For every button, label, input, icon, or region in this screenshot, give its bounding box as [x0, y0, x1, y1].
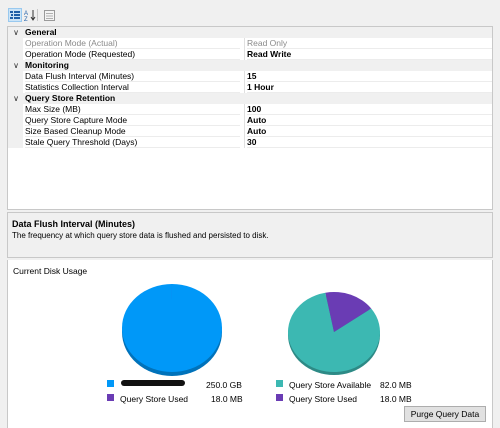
property-row-operation-mode-requested[interactable]: Operation Mode (Requested) Read Write: [8, 49, 492, 60]
alphabetical-sort-icon: A Z: [24, 10, 36, 21]
query-store-pie-chart: [288, 292, 380, 375]
category-title: General: [25, 27, 57, 37]
svg-text:Z: Z: [24, 17, 28, 21]
legend-value-query-store-available: 82.0 MB: [380, 380, 412, 390]
legend-swatch-query-store-used-2: [276, 394, 283, 401]
property-pages-icon: [43, 9, 55, 21]
chevron-down-icon[interactable]: ∨: [11, 93, 21, 104]
property-row-operation-mode-actual[interactable]: Operation Mode (Actual) Read Only: [8, 38, 492, 49]
property-row-data-flush-interval[interactable]: Data Flush Interval (Minutes) 15: [8, 71, 492, 82]
disk-usage-title: Current Disk Usage: [13, 266, 88, 276]
category-monitoring[interactable]: ∨ Monitoring: [8, 60, 492, 71]
property-value: Read Only: [247, 38, 492, 49]
property-row-max-size[interactable]: Max Size (MB) 100: [8, 104, 492, 115]
property-row-stale-threshold[interactable]: Stale Query Threshold (Days) 30: [8, 137, 492, 148]
property-value[interactable]: 1 Hour: [247, 82, 492, 93]
legend-swatch-query-store-available: [276, 380, 283, 387]
legend-value-query-store-used: 18.0 MB: [211, 394, 243, 404]
category-title: Query Store Retention: [25, 93, 116, 103]
property-name: Operation Mode (Requested): [25, 49, 240, 60]
chevron-down-icon[interactable]: ∨: [11, 60, 21, 71]
property-value[interactable]: 15: [247, 71, 492, 82]
property-row-statistics-collection-interval[interactable]: Statistics Collection Interval 1 Hour: [8, 82, 492, 93]
redacted-database-name: [121, 380, 185, 386]
property-value[interactable]: 30: [247, 137, 492, 148]
property-name: Size Based Cleanup Mode: [25, 126, 240, 137]
description-panel: Data Flush Interval (Minutes) The freque…: [7, 212, 493, 258]
category-general[interactable]: ∨ General: [8, 27, 492, 38]
legend-value-query-store-used-2: 18.0 MB: [380, 394, 412, 404]
categorized-view-button[interactable]: [8, 8, 22, 22]
legend-swatch-database: [107, 380, 114, 387]
property-name: Max Size (MB): [25, 104, 240, 115]
categorized-view-icon: [10, 11, 20, 19]
property-row-capture-mode[interactable]: Query Store Capture Mode Auto: [8, 115, 492, 126]
database-disk-pie-chart: [122, 284, 222, 376]
property-name: Query Store Capture Mode: [25, 115, 240, 126]
disk-usage-panel: Current Disk Usage: [7, 260, 493, 428]
legend-label-query-store-available: Query Store Available: [289, 380, 372, 390]
property-value[interactable]: 100: [247, 104, 492, 115]
category-title: Monitoring: [25, 60, 69, 70]
legend-value-database: 250.0 GB: [206, 380, 242, 390]
property-row-cleanup-mode[interactable]: Size Based Cleanup Mode Auto: [8, 126, 492, 137]
property-name: Stale Query Threshold (Days): [25, 137, 240, 148]
alphabetical-sort-button[interactable]: A Z: [23, 8, 37, 22]
property-value[interactable]: Auto: [247, 126, 492, 137]
legend-swatch-query-store-used: [107, 394, 114, 401]
property-value[interactable]: Auto: [247, 115, 492, 126]
property-name: Operation Mode (Actual): [25, 38, 240, 49]
description-title: Data Flush Interval (Minutes): [12, 219, 136, 229]
description-text: The frequency at which query store data …: [12, 231, 269, 240]
property-value[interactable]: Read Write: [247, 49, 492, 60]
legend-label-query-store-used: Query Store Used: [120, 394, 189, 404]
property-name: Statistics Collection Interval: [25, 82, 240, 93]
category-query-store-retention[interactable]: ∨ Query Store Retention: [8, 93, 492, 104]
toolbar-separator: [37, 9, 38, 21]
toolbar: A Z: [0, 0, 500, 24]
property-pages-button[interactable]: [42, 8, 56, 22]
property-grid: ∨ General Operation Mode (Actual) Read O…: [7, 26, 493, 210]
chevron-down-icon[interactable]: ∨: [11, 27, 21, 38]
legend-label-query-store-used-2: Query Store Used: [289, 394, 358, 404]
purge-query-data-button[interactable]: Purge Query Data: [404, 406, 486, 422]
property-name: Data Flush Interval (Minutes): [25, 71, 240, 82]
